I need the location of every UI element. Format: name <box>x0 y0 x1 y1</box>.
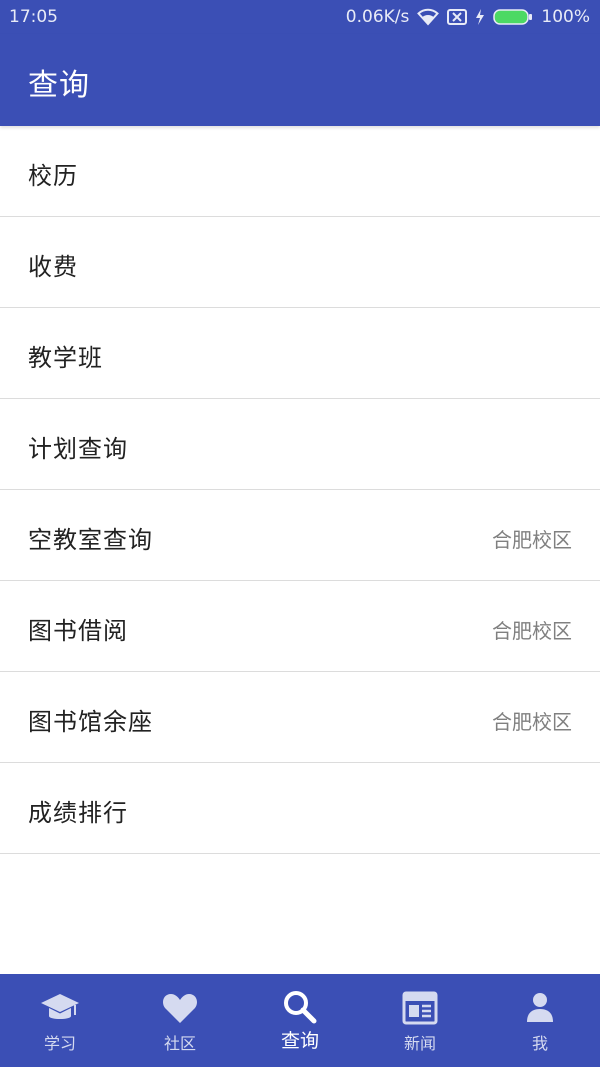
menu-item-label: 教学班 <box>28 344 103 372</box>
menu-item-empty-classroom[interactable]: 空教室查询 合肥校区 <box>0 490 600 581</box>
menu-item-school-calendar[interactable]: 校历 <box>0 126 600 217</box>
nav-tab-label: 新闻 <box>403 1034 436 1053</box>
status-bar: 17:05 0.06K/s 100% <box>0 0 600 34</box>
menu-item-teaching-class[interactable]: 教学班 <box>0 308 600 399</box>
heart-icon <box>160 988 200 1028</box>
menu-item-grade-ranking[interactable]: 成绩排行 <box>0 763 600 854</box>
menu-item-label: 空教室查询 <box>28 526 153 554</box>
newspaper-icon <box>400 988 440 1028</box>
app-bar: 查询 <box>0 34 600 126</box>
nav-tab-query[interactable]: 查询 <box>240 974 360 1067</box>
nav-tab-study[interactable]: 学习 <box>0 974 120 1067</box>
network-speed: 0.06K/s <box>345 7 410 27</box>
campus-tag: 合肥校区 <box>492 710 572 734</box>
nav-tab-me[interactable]: 我 <box>480 974 600 1067</box>
wifi-icon <box>417 8 440 26</box>
page-title: 查询 <box>28 68 90 103</box>
query-menu-list: 校历 收费 教学班 计划查询 空教室查询 合肥校区 图书借阅 合肥校区 图书馆余… <box>0 126 600 854</box>
campus-tag: 合肥校区 <box>492 619 572 643</box>
menu-item-plan-query[interactable]: 计划查询 <box>0 399 600 490</box>
person-icon <box>520 988 560 1028</box>
status-indicators: 0.06K/s 100% <box>346 7 590 27</box>
nav-tab-label: 学习 <box>43 1034 76 1053</box>
bottom-nav: 学习 社区 查询 新闻 我 <box>0 974 600 1067</box>
menu-item-library-seats[interactable]: 图书馆余座 合肥校区 <box>0 672 600 763</box>
menu-item-label: 图书借阅 <box>28 617 128 645</box>
nav-tab-community[interactable]: 社区 <box>120 974 240 1067</box>
menu-item-label: 成绩排行 <box>28 799 128 827</box>
charging-icon <box>475 9 485 25</box>
status-time: 17:05 <box>9 7 58 27</box>
nav-tab-label: 查询 <box>280 1030 319 1052</box>
menu-item-label: 收费 <box>28 253 78 281</box>
nav-tab-news[interactable]: 新闻 <box>360 974 480 1067</box>
menu-item-label: 校历 <box>28 162 78 190</box>
campus-tag: 合肥校区 <box>492 528 572 552</box>
menu-item-fees[interactable]: 收费 <box>0 217 600 308</box>
battery-percent: 100% <box>541 7 590 27</box>
battery-icon <box>493 8 533 26</box>
search-icon <box>280 988 320 1028</box>
menu-item-library-borrow[interactable]: 图书借阅 合肥校区 <box>0 581 600 672</box>
no-sim-icon <box>447 9 468 25</box>
nav-tab-label: 我 <box>531 1034 548 1053</box>
graduation-cap-icon <box>40 988 80 1028</box>
menu-item-label: 图书馆余座 <box>28 708 153 736</box>
menu-item-label: 计划查询 <box>28 435 128 463</box>
nav-tab-label: 社区 <box>163 1034 196 1053</box>
